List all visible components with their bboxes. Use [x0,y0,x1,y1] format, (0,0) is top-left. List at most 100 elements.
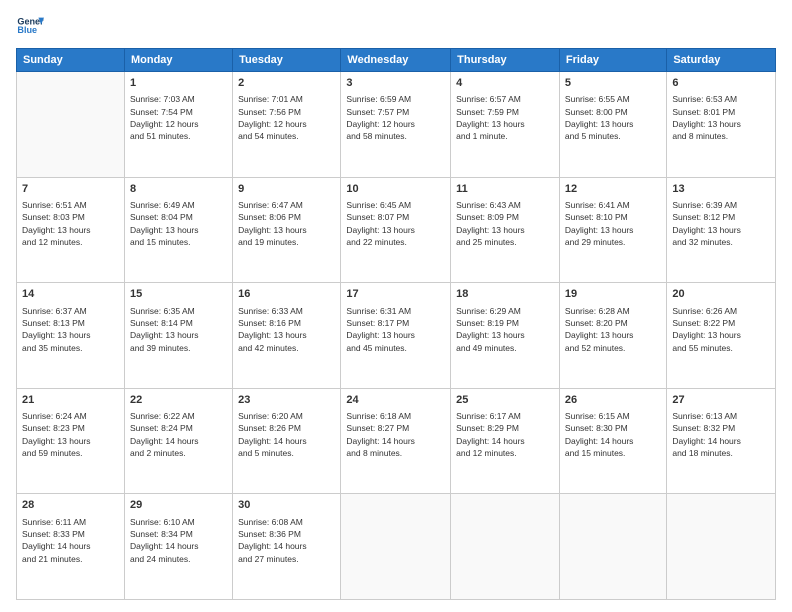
day-info: Sunrise: 6:15 AM Sunset: 8:30 PM Dayligh… [565,410,661,459]
day-info: Sunrise: 7:03 AM Sunset: 7:54 PM Dayligh… [130,93,227,142]
calendar-cell [667,494,776,600]
day-info: Sunrise: 6:22 AM Sunset: 8:24 PM Dayligh… [130,410,227,459]
day-number: 20 [672,287,770,302]
week-row-4: 21 Sunrise: 6:24 AM Sunset: 8:23 PM Dayli… [17,388,776,494]
header-sunday: Sunday [17,49,125,72]
calendar-cell: 18 Sunrise: 6:29 AM Sunset: 8:19 PM Dayli… [451,283,560,389]
calendar-cell: 22 Sunrise: 6:22 AM Sunset: 8:24 PM Dayli… [124,388,232,494]
calendar-cell: 17Sunrise: 6:31 AM Sunset: 8:17 PM Dayli… [341,283,451,389]
calendar-cell: 19Sunrise: 6:28 AM Sunset: 8:20 PM Dayli… [559,283,666,389]
day-info: Sunrise: 6:43 AM Sunset: 8:09 PM Dayligh… [456,199,554,248]
calendar-cell: 8 Sunrise: 6:49 AM Sunset: 8:04 PM Daylig… [124,177,232,283]
calendar-cell: 6Sunrise: 6:53 AM Sunset: 8:01 PM Daylig… [667,72,776,178]
day-info: Sunrise: 6:41 AM Sunset: 8:10 PM Dayligh… [565,199,661,248]
day-info: Sunrise: 6:26 AM Sunset: 8:22 PM Dayligh… [672,305,770,354]
svg-text:Blue: Blue [17,25,37,35]
week-row-1: 1 Sunrise: 7:03 AM Sunset: 7:54 PM Daylig… [17,72,776,178]
day-info: Sunrise: 6:35 AM Sunset: 8:14 PM Dayligh… [130,305,227,354]
day-info: Sunrise: 6:55 AM Sunset: 8:00 PM Dayligh… [565,93,661,142]
day-info: Sunrise: 6:33 AM Sunset: 8:16 PM Dayligh… [238,305,335,354]
calendar-table: SundayMondayTuesdayWednesdayThursdayFrid… [16,48,776,600]
day-number: 22 [130,393,227,408]
day-info: Sunrise: 6:24 AM Sunset: 8:23 PM Dayligh… [22,410,119,459]
day-number: 5 [565,76,661,91]
week-row-3: 14 Sunrise: 6:37 AM Sunset: 8:13 PM Dayli… [17,283,776,389]
calendar-cell: 12 Sunrise: 6:41 AM Sunset: 8:10 PM Dayli… [559,177,666,283]
calendar-cell: 29 Sunrise: 6:10 AM Sunset: 8:34 PM Dayli… [124,494,232,600]
day-info: Sunrise: 6:39 AM Sunset: 8:12 PM Dayligh… [672,199,770,248]
day-number: 9 [238,182,335,197]
day-number: 12 [565,182,661,197]
calendar-cell: 23 Sunrise: 6:20 AM Sunset: 8:26 PM Dayli… [233,388,341,494]
day-info: Sunrise: 6:11 AM Sunset: 8:33 PM Dayligh… [22,516,119,565]
calendar-cell: 28 Sunrise: 6:11 AM Sunset: 8:33 PM Dayli… [17,494,125,600]
calendar-cell [451,494,560,600]
day-info: Sunrise: 6:45 AM Sunset: 8:07 PM Dayligh… [346,199,445,248]
calendar-cell: 13Sunrise: 6:39 AM Sunset: 8:12 PM Dayli… [667,177,776,283]
calendar-cell: 24 Sunrise: 6:18 AM Sunset: 8:27 PM Dayli… [341,388,451,494]
day-info: Sunrise: 6:20 AM Sunset: 8:26 PM Dayligh… [238,410,335,459]
calendar-cell: 3Sunrise: 6:59 AM Sunset: 7:57 PM Daylig… [341,72,451,178]
week-row-5: 28 Sunrise: 6:11 AM Sunset: 8:33 PM Dayli… [17,494,776,600]
calendar-cell: 11Sunrise: 6:43 AM Sunset: 8:09 PM Dayli… [451,177,560,283]
calendar-cell: 2 Sunrise: 7:01 AM Sunset: 7:56 PM Daylig… [233,72,341,178]
day-number: 25 [456,393,554,408]
day-info: Sunrise: 6:29 AM Sunset: 8:19 PM Dayligh… [456,305,554,354]
calendar-cell: 7Sunrise: 6:51 AM Sunset: 8:03 PM Daylig… [17,177,125,283]
header-friday: Friday [559,49,666,72]
calendar-cell: 15 Sunrise: 6:35 AM Sunset: 8:14 PM Dayli… [124,283,232,389]
day-info: Sunrise: 6:47 AM Sunset: 8:06 PM Dayligh… [238,199,335,248]
header-tuesday: Tuesday [233,49,341,72]
day-number: 10 [346,182,445,197]
day-info: Sunrise: 6:51 AM Sunset: 8:03 PM Dayligh… [22,199,119,248]
day-number: 29 [130,498,227,513]
calendar-cell: 1 Sunrise: 7:03 AM Sunset: 7:54 PM Daylig… [124,72,232,178]
calendar-cell: 25 Sunrise: 6:17 AM Sunset: 8:29 PM Dayli… [451,388,560,494]
header-thursday: Thursday [451,49,560,72]
day-number: 30 [238,498,335,513]
calendar-cell [559,494,666,600]
day-info: Sunrise: 6:13 AM Sunset: 8:32 PM Dayligh… [672,410,770,459]
calendar-cell: 14 Sunrise: 6:37 AM Sunset: 8:13 PM Dayli… [17,283,125,389]
day-number: 21 [22,393,119,408]
header-wednesday: Wednesday [341,49,451,72]
calendar-header-row: SundayMondayTuesdayWednesdayThursdayFrid… [17,49,776,72]
day-info: Sunrise: 6:10 AM Sunset: 8:34 PM Dayligh… [130,516,227,565]
day-info: Sunrise: 7:01 AM Sunset: 7:56 PM Dayligh… [238,93,335,142]
day-number: 14 [22,287,119,302]
day-number: 2 [238,76,335,91]
week-row-2: 7Sunrise: 6:51 AM Sunset: 8:03 PM Daylig… [17,177,776,283]
day-number: 8 [130,182,227,197]
day-number: 16 [238,287,335,302]
day-info: Sunrise: 6:49 AM Sunset: 8:04 PM Dayligh… [130,199,227,248]
day-number: 24 [346,393,445,408]
calendar-cell: 30 Sunrise: 6:08 AM Sunset: 8:36 PM Dayli… [233,494,341,600]
day-info: Sunrise: 6:18 AM Sunset: 8:27 PM Dayligh… [346,410,445,459]
logo-icon: General Blue [16,12,44,40]
logo: General Blue [16,12,44,40]
calendar-cell: 20 Sunrise: 6:26 AM Sunset: 8:22 PM Dayli… [667,283,776,389]
day-number: 18 [456,287,554,302]
day-number: 19 [565,287,661,302]
day-info: Sunrise: 6:53 AM Sunset: 8:01 PM Dayligh… [672,93,770,142]
day-number: 17 [346,287,445,302]
day-number: 28 [22,498,119,513]
calendar-cell: 16 Sunrise: 6:33 AM Sunset: 8:16 PM Dayli… [233,283,341,389]
day-info: Sunrise: 6:57 AM Sunset: 7:59 PM Dayligh… [456,93,554,142]
calendar-cell: 21 Sunrise: 6:24 AM Sunset: 8:23 PM Dayli… [17,388,125,494]
day-number: 1 [130,76,227,91]
calendar-cell: 9 Sunrise: 6:47 AM Sunset: 8:06 PM Daylig… [233,177,341,283]
day-number: 4 [456,76,554,91]
day-number: 15 [130,287,227,302]
header-monday: Monday [124,49,232,72]
day-info: Sunrise: 6:08 AM Sunset: 8:36 PM Dayligh… [238,516,335,565]
calendar-cell [17,72,125,178]
day-number: 26 [565,393,661,408]
day-info: Sunrise: 6:17 AM Sunset: 8:29 PM Dayligh… [456,410,554,459]
day-number: 3 [346,76,445,91]
calendar-cell: 4 Sunrise: 6:57 AM Sunset: 7:59 PM Daylig… [451,72,560,178]
day-info: Sunrise: 6:37 AM Sunset: 8:13 PM Dayligh… [22,305,119,354]
day-number: 27 [672,393,770,408]
day-number: 23 [238,393,335,408]
calendar-cell: 10 Sunrise: 6:45 AM Sunset: 8:07 PM Dayli… [341,177,451,283]
